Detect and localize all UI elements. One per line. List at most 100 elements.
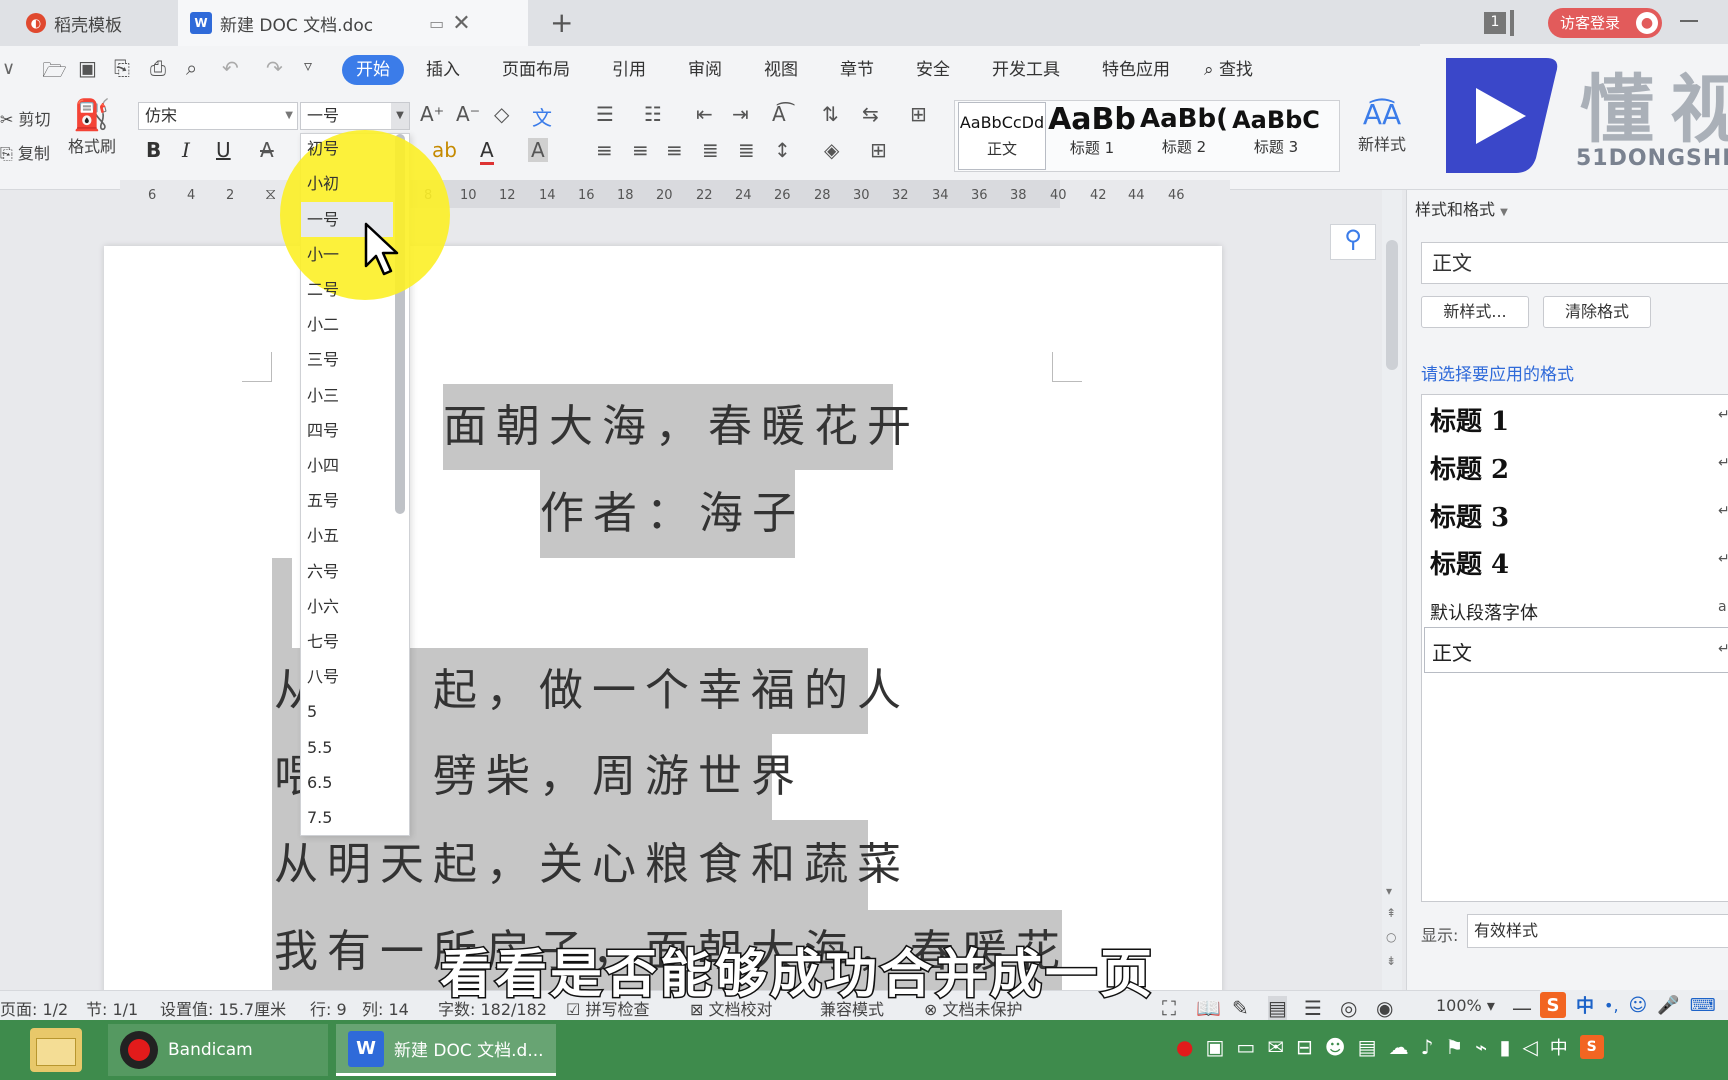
grow-font-icon[interactable]: A⁺ xyxy=(420,102,444,126)
wechat-icon[interactable]: ✉ xyxy=(1267,1035,1284,1059)
show-marks-icon[interactable]: ⇆ xyxy=(862,102,879,126)
font-size-option[interactable]: 小四 xyxy=(307,448,339,483)
align-right-icon[interactable]: ≡ xyxy=(666,138,683,162)
sogou-tray-icon[interactable]: S xyxy=(1579,1035,1604,1059)
emoji-icon[interactable]: ☺ xyxy=(1629,995,1648,1016)
font-size-option[interactable]: 八号 xyxy=(307,659,339,694)
underline-button[interactable]: U xyxy=(216,138,231,162)
outline-view-icon[interactable]: ☰ xyxy=(1304,996,1322,1020)
menu-search[interactable]: ⌕ 查找 xyxy=(1194,55,1263,85)
increase-indent-icon[interactable]: ⇥ xyxy=(732,102,749,126)
italic-button[interactable]: I xyxy=(182,138,190,162)
tray-display-icon[interactable]: ▤ xyxy=(1358,1035,1377,1059)
new-style-button[interactable]: A͡A 新样式 xyxy=(1352,98,1412,155)
doc-title[interactable]: 面朝大海，春暖花开 xyxy=(443,384,911,470)
style-item-heading-4[interactable]: 标题 4 xyxy=(1430,544,1509,581)
style-card-heading-2[interactable]: AaBb( 标题 2 xyxy=(1140,102,1228,170)
current-style-field[interactable]: 正文 xyxy=(1421,242,1728,284)
prev-page-icon[interactable]: ⇞ xyxy=(1386,906,1396,920)
font-size-option[interactable]: 五号 xyxy=(307,483,339,518)
style-item-heading-1[interactable]: 标题 1 xyxy=(1430,401,1509,438)
font-size-option[interactable]: 小一 xyxy=(307,237,339,272)
microphone-icon[interactable]: 🎤 xyxy=(1657,995,1679,1016)
chinese-layout-icon[interactable]: A͡ xyxy=(772,102,786,126)
vertical-scrollbar[interactable]: ▾ ⇞ ○ ⇟ xyxy=(1382,190,1402,990)
font-size-option[interactable]: 七号 xyxy=(307,624,339,659)
edit-mode-icon[interactable]: ✎ xyxy=(1232,996,1249,1020)
borders-icon[interactable]: ⊞ xyxy=(870,138,887,162)
page-view-icon[interactable]: ▤ xyxy=(1268,996,1287,1020)
browse-object-icon[interactable]: ○ xyxy=(1386,930,1396,944)
tray-usb-icon[interactable]: ⌁ xyxy=(1475,1035,1487,1059)
line-spacing-icon[interactable]: ↕ xyxy=(774,138,791,162)
decrease-indent-icon[interactable]: ⇤ xyxy=(696,102,713,126)
clear-format-icon[interactable]: ◇ xyxy=(494,102,509,126)
font-size-option[interactable]: 5.5 xyxy=(307,730,332,765)
font-size-option[interactable]: 小六 xyxy=(307,589,339,624)
tray-app-icon[interactable]: ▣ xyxy=(1205,1035,1224,1059)
menu-security[interactable]: 安全 xyxy=(906,55,960,85)
font-size-option[interactable]: 小二 xyxy=(307,307,339,342)
web-view-icon[interactable]: ◎ xyxy=(1340,996,1357,1020)
keyboard-icon[interactable]: ⌨ xyxy=(1690,995,1716,1016)
restore-window-icon[interactable]: ▭ xyxy=(429,14,444,33)
tray-window-icon[interactable]: ⊟ xyxy=(1296,1035,1313,1059)
numbered-list-icon[interactable]: ☷ xyxy=(644,102,662,126)
font-size-select[interactable]: 一号 ▼ xyxy=(300,102,410,130)
menu-page-layout[interactable]: 页面布局 xyxy=(492,55,580,85)
export-icon[interactable]: ⎘ xyxy=(114,56,130,80)
menu-references[interactable]: 引用 xyxy=(602,55,656,85)
style-card-heading-1[interactable]: AaBb 标题 1 xyxy=(1048,102,1136,170)
bold-button[interactable]: B xyxy=(146,138,161,162)
shrink-font-icon[interactable]: A⁻ xyxy=(456,102,480,126)
qq-icon[interactable]: ☻ xyxy=(1325,1035,1346,1059)
style-item-heading-3[interactable]: 标题 3 xyxy=(1430,497,1509,534)
undo-icon[interactable]: ↶ xyxy=(222,56,239,80)
menu-special[interactable]: 特色应用 xyxy=(1092,55,1180,85)
table-grid-icon[interactable]: ⊞ xyxy=(910,102,927,126)
font-size-option[interactable]: 小初 xyxy=(307,166,339,201)
font-size-option-selected[interactable]: 一号 xyxy=(307,202,339,237)
display-filter-select[interactable]: 有效样式 xyxy=(1467,914,1728,948)
tray-flag-icon[interactable]: ⚑ xyxy=(1445,1035,1463,1059)
bullet-list-icon[interactable]: ☰ xyxy=(596,102,614,126)
font-color-icon[interactable]: A xyxy=(480,138,494,165)
tray-cloud-icon[interactable]: ☁ xyxy=(1389,1035,1409,1059)
clear-format-button[interactable]: 清除格式 xyxy=(1543,296,1651,328)
style-card-normal[interactable]: AaBbCcDd 正文 xyxy=(958,102,1046,170)
font-size-option[interactable]: 小三 xyxy=(307,378,339,413)
print-preview-icon[interactable]: ⌕ xyxy=(186,56,197,80)
style-item-default-font[interactable]: 默认段落字体 xyxy=(1430,599,1538,625)
tray-monitor-icon[interactable]: ▭ xyxy=(1236,1035,1255,1059)
chevron-down-icon[interactable]: ∨ xyxy=(2,58,15,79)
menu-view[interactable]: 视图 xyxy=(754,55,808,85)
close-tab-icon[interactable]: ✕ xyxy=(452,11,470,36)
file-explorer-icon[interactable] xyxy=(30,1028,82,1072)
punctuation-icon[interactable]: •, xyxy=(1604,996,1619,1015)
font-size-option[interactable]: 二号 xyxy=(307,272,339,307)
ime-indicator[interactable]: 中 xyxy=(1550,1034,1568,1060)
sort-icon[interactable]: ⇅ xyxy=(822,102,839,126)
font-size-option[interactable]: 7.5 xyxy=(307,800,332,835)
taskbar-app-bandicam[interactable]: Bandicam xyxy=(108,1024,328,1076)
next-page-icon[interactable]: ⇟ xyxy=(1386,954,1396,968)
scroll-down-icon[interactable]: ▾ xyxy=(1386,884,1392,898)
style-item-heading-2[interactable]: 标题 2 xyxy=(1430,449,1509,486)
taskbar-app-wps[interactable]: W 新建 DOC 文档.d... xyxy=(336,1024,556,1076)
tab-daoke-templates[interactable]: ◐ 稻壳模板 xyxy=(0,0,176,46)
volume-icon[interactable]: ♪ xyxy=(1421,1035,1434,1059)
font-size-option[interactable]: 小五 xyxy=(307,518,339,553)
status-page[interactable]: 页面: 1/2 xyxy=(0,996,68,1020)
copy-button[interactable]: ⎘ 复制 xyxy=(0,140,50,164)
sogou-ime-icon[interactable]: S xyxy=(1540,992,1566,1018)
redo-icon[interactable]: ↷ xyxy=(266,56,283,80)
new-tab-button[interactable]: + xyxy=(550,6,573,39)
char-shading-icon[interactable]: A xyxy=(528,138,548,162)
style-card-heading-3[interactable]: AaBbC 标题 3 xyxy=(1232,102,1320,170)
speaker-icon[interactable]: ◁ xyxy=(1522,1035,1537,1059)
align-left-icon[interactable]: ≡ xyxy=(596,138,613,162)
ruler-indent-marker[interactable]: ⧖ xyxy=(265,184,276,204)
distribute-icon[interactable]: ≣ xyxy=(738,138,755,162)
highlight-icon[interactable]: ab xyxy=(432,138,457,162)
font-size-option[interactable]: 5 xyxy=(307,694,317,729)
